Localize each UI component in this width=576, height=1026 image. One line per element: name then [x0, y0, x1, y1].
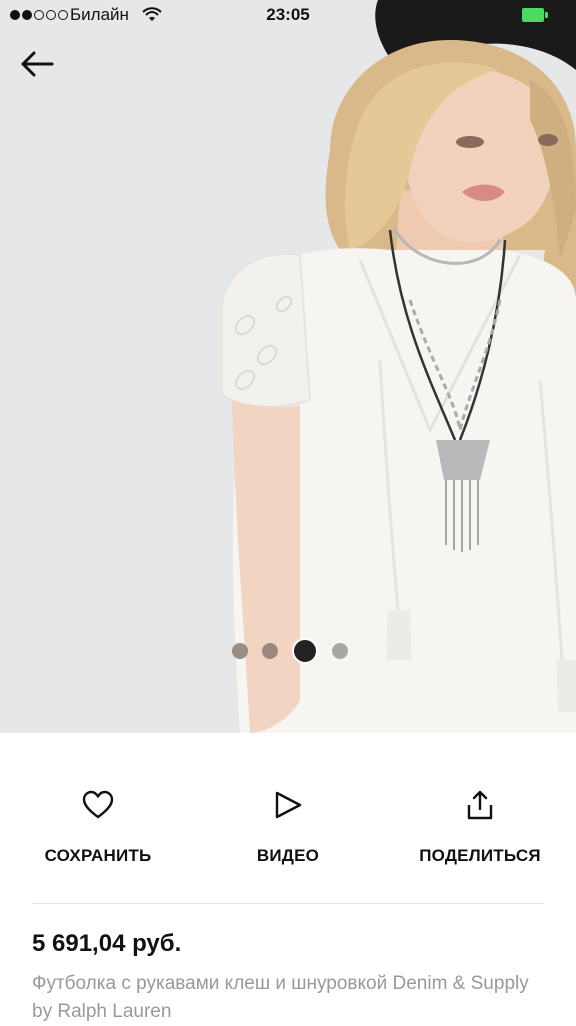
- share-label: ПОДЕЛИТЬСЯ: [419, 846, 541, 865]
- product-title: Футболка с рукавами клеш и шнуровкой Den…: [32, 973, 529, 1022]
- divider: [32, 903, 544, 904]
- heart-icon: [82, 790, 114, 819]
- page-dot[interactable]: [332, 643, 348, 659]
- share-button[interactable]: ПОДЕЛИТЬСЯ: [410, 788, 550, 866]
- save-label: СОХРАНИТЬ: [44, 846, 152, 865]
- status-bar: Билайн 23:05: [0, 0, 576, 34]
- page-dot-active[interactable]: [292, 638, 318, 664]
- product-image-gallery[interactable]: Билайн 23:05: [0, 0, 576, 733]
- gallery-page-indicator[interactable]: [232, 638, 348, 664]
- back-arrow-icon[interactable]: [18, 46, 58, 82]
- battery-icon: [522, 8, 548, 22]
- action-bar: СОХРАНИТЬ ВИДЕО ПОДЕЛИТЬСЯ: [0, 733, 576, 903]
- save-button[interactable]: СОХРАНИТЬ: [38, 788, 158, 866]
- product-price: 5 691,04 руб.: [32, 930, 182, 957]
- share-icon: [467, 790, 493, 820]
- play-icon: [275, 791, 302, 819]
- page-dot[interactable]: [232, 643, 248, 659]
- product-photo: [0, 0, 576, 733]
- video-label: ВИДЕО: [256, 846, 320, 865]
- page-dot[interactable]: [262, 643, 278, 659]
- clock: 23:05: [266, 5, 310, 24]
- video-button[interactable]: ВИДЕО: [238, 788, 338, 866]
